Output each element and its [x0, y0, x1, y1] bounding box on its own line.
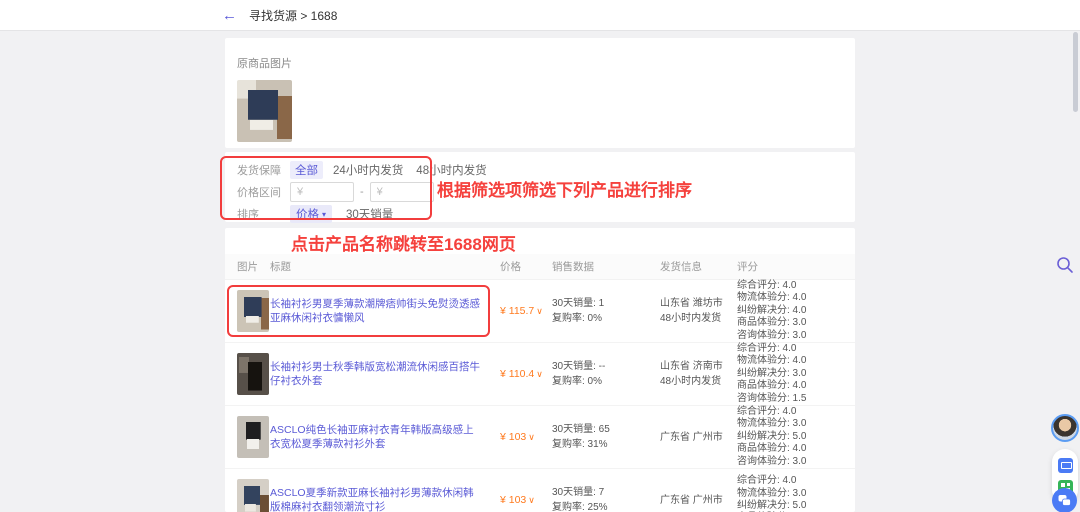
original-product-card: 原商品图片	[225, 38, 855, 148]
rating-info: 综合评分: 4.0物流体验分: 3.0纠纷解决分: 5.0商品体验分: 4.0咨…	[737, 406, 855, 468]
sales-data: 30天销量: --复购率: 0%	[552, 359, 660, 389]
product-table-card: 图片 标题 价格 销售数据 发货信息 评分 长袖衬衫男夏季薄款潮牌痞帅街头免熨烫…	[225, 228, 855, 512]
price-toggle[interactable]: ¥ 103∨	[500, 431, 552, 443]
shipping-option-all[interactable]: 全部	[290, 161, 323, 179]
col-header-title: 标题	[270, 259, 500, 274]
breadcrumb: 寻找货源 > 1688	[249, 7, 337, 24]
product-title-link[interactable]: ASCLO纯色长袖亚麻衬衣青年韩版高级感上衣宽松夏季薄款衬衫外套	[270, 423, 500, 451]
back-arrow-icon[interactable]: ←	[222, 8, 237, 23]
filter-annotation-text: 根据筛选项筛选下列产品进行排序	[437, 176, 692, 201]
product-thumbnail	[237, 416, 269, 458]
shipping-info: 山东省 济南市48小时内发货	[660, 359, 737, 389]
sales-data: 30天销量: 1复购率: 0%	[552, 296, 660, 326]
shipping-filter-label: 发货保障	[237, 162, 290, 178]
shipping-option-24h[interactable]: 24小时内发货	[333, 162, 403, 178]
sort-by-price-dropdown[interactable]: 价格 ▾	[290, 205, 332, 223]
price-range-separator: -	[360, 186, 364, 198]
price-value: ¥ 103	[500, 431, 526, 443]
col-header-image: 图片	[237, 259, 270, 274]
chevron-down-icon: ∨	[536, 369, 543, 379]
scrollbar-thumb[interactable]	[1073, 32, 1078, 112]
col-header-rating: 评分	[737, 259, 855, 274]
table-row: ASCLO夏季新款亚麻长袖衬衫男薄款休闲韩版棉麻衬衣翻领潮流寸衫 ¥ 103∨ …	[225, 469, 855, 512]
table-row: 长袖衬衫男夏季薄款潮牌痞帅街头免熨烫透感亚麻休闲衬衣慵懒风 ¥ 115.7∨ 3…	[225, 280, 855, 343]
table-annotation-text: 点击产品名称跳转至1688网页	[291, 230, 516, 255]
product-thumbnail	[237, 353, 269, 395]
col-header-sales: 销售数据	[552, 259, 660, 274]
price-min-input[interactable]	[290, 182, 354, 202]
chevron-down-icon: ∨	[528, 495, 535, 505]
chevron-down-icon: ∨	[528, 432, 535, 442]
price-toggle[interactable]: ¥ 103∨	[500, 494, 552, 506]
sales-data: 30天销量: 7复购率: 25%	[552, 485, 660, 512]
price-toggle[interactable]: ¥ 115.7∨	[500, 305, 552, 317]
price-toggle[interactable]: ¥ 110.4∨	[500, 368, 552, 380]
price-value: ¥ 103	[500, 494, 526, 506]
rating-info: 综合评分: 4.0物流体验分: 3.0纠纷解决分: 5.0商品体验分: 4.0	[737, 475, 855, 512]
price-max-input[interactable]	[370, 182, 434, 202]
rating-info: 综合评分: 4.0物流体验分: 4.0纠纷解决分: 4.0商品体验分: 3.0咨…	[737, 280, 855, 342]
table-row: 长袖衬衫男士秋季韩版宽松潮流休闲感百搭牛仔衬衣外套 ¥ 110.4∨ 30天销量…	[225, 343, 855, 406]
col-header-shipping: 发货信息	[660, 259, 737, 274]
chevron-down-icon: ∨	[536, 306, 543, 316]
top-bar: ← 寻找货源 > 1688	[0, 0, 1080, 30]
product-title-link[interactable]: 长袖衬衫男士秋季韩版宽松潮流休闲感百搭牛仔衬衣外套	[270, 360, 500, 388]
product-thumbnail	[237, 479, 269, 512]
sort-by-30d-sales[interactable]: 30天销量	[346, 206, 393, 222]
shipping-info: 广东省 广州市	[660, 430, 737, 445]
search-icon[interactable]	[1056, 256, 1074, 274]
table-row: ASCLO纯色长袖亚麻衬衣青年韩版高级感上衣宽松夏季薄款衬衫外套 ¥ 103∨ …	[225, 406, 855, 469]
col-header-price: 价格	[500, 259, 552, 274]
store-icon[interactable]	[1058, 458, 1073, 473]
shipping-info: 山东省 潍坊市48小时内发货	[660, 296, 737, 326]
product-title-link[interactable]: 长袖衬衫男夏季薄款潮牌痞帅街头免熨烫透感亚麻休闲衬衣慵懒风	[270, 297, 500, 325]
sales-data: 30天销量: 65复购率: 31%	[552, 422, 660, 452]
table-header-row: 图片 标题 价格 销售数据 发货信息 评分	[225, 254, 855, 280]
rating-info: 综合评分: 4.0物流体验分: 4.0纠纷解决分: 3.0商品体验分: 4.0咨…	[737, 343, 855, 405]
sort-label: 排序	[237, 206, 290, 222]
original-product-image	[237, 80, 292, 142]
customer-service-avatar[interactable]	[1051, 414, 1079, 442]
price-value: ¥ 115.7	[500, 305, 534, 317]
price-range-label: 价格区间	[237, 184, 290, 200]
original-product-label: 原商品图片	[237, 55, 843, 71]
chevron-down-icon: ▾	[322, 210, 326, 219]
product-thumbnail	[237, 290, 269, 332]
product-title-link[interactable]: ASCLO夏季新款亚麻长袖衬衫男薄款休闲韩版棉麻衬衣翻领潮流寸衫	[270, 486, 500, 512]
price-value: ¥ 110.4	[500, 368, 534, 380]
chat-icon	[1058, 494, 1071, 507]
shipping-info: 广东省 广州市	[660, 493, 737, 508]
chat-button[interactable]	[1052, 488, 1077, 512]
sort-price-text: 价格	[296, 206, 319, 222]
